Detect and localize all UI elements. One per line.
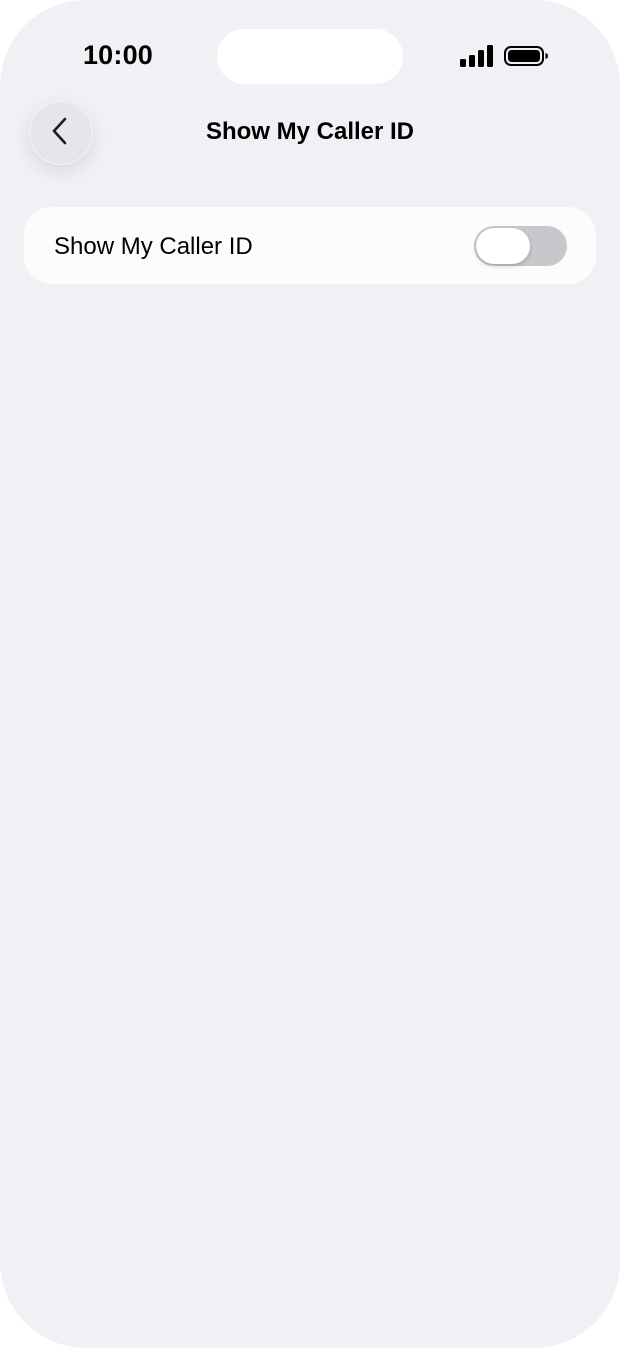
- show-caller-id-toggle[interactable]: [474, 226, 567, 266]
- status-bar: 10:00: [0, 0, 620, 110]
- phone-screen: 10:00 Show My Caller ID Show My Caller I…: [0, 0, 620, 1348]
- dynamic-island: [217, 29, 403, 84]
- battery-full-icon: [504, 45, 550, 67]
- chevron-left-icon: [50, 116, 72, 151]
- setting-row-show-caller-id: Show My Caller ID: [24, 207, 596, 284]
- navigation-bar: Show My Caller ID: [0, 95, 620, 171]
- back-button[interactable]: [29, 101, 93, 165]
- settings-group: Show My Caller ID: [24, 207, 596, 284]
- cellular-signal-icon: [460, 45, 494, 67]
- status-time: 10:00: [82, 40, 154, 70]
- page-title: Show My Caller ID: [205, 118, 415, 145]
- toggle-knob: [476, 228, 530, 264]
- setting-row-label: Show My Caller ID: [54, 233, 253, 260]
